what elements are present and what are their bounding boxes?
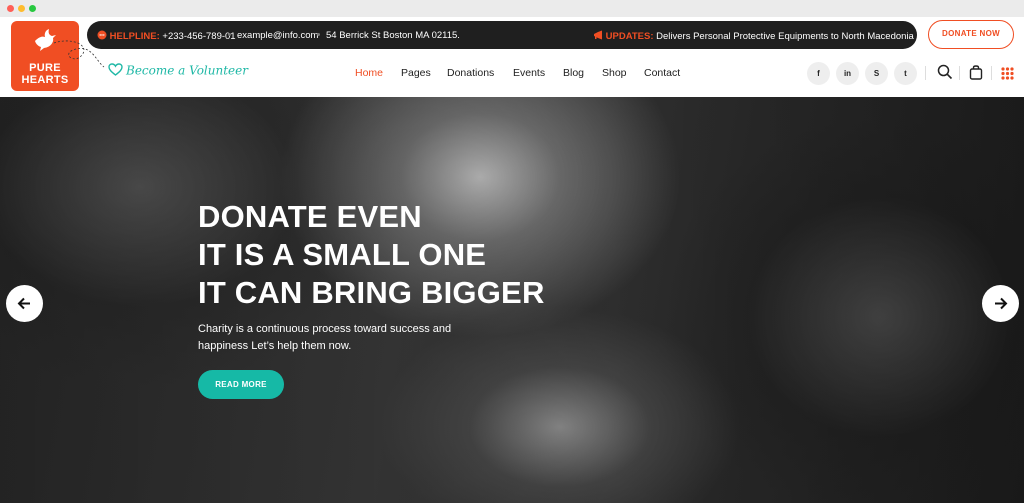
helpline-label: HELPLINE: <box>109 31 160 42</box>
minimize-window-button[interactable] <box>18 5 25 12</box>
nav-blog[interactable]: Blog <box>563 67 584 79</box>
header-divider <box>925 66 926 80</box>
arrow-left-icon <box>17 297 30 310</box>
helpline-number[interactable]: +233-456-789-01 <box>162 31 235 42</box>
maximize-window-button[interactable] <box>29 5 36 12</box>
email-link[interactable]: example@info.com <box>237 30 318 41</box>
megaphone-icon <box>594 30 602 40</box>
nav-pages[interactable]: Pages <box>401 67 431 79</box>
hero-subtitle: Charity is a continuous process toward s… <box>198 323 452 352</box>
header-divider <box>959 66 960 80</box>
updates-label: UPDATES: <box>605 31 654 42</box>
hero-title: DONATE EVEN IT IS A SMALL ONE IT CAN BRI… <box>198 198 545 312</box>
window-titlebar <box>0 0 1024 17</box>
heart-icon <box>108 63 123 79</box>
hero-slider: DONATE EVEN IT IS A SMALL ONE IT CAN BRI… <box>0 97 1024 503</box>
arrow-right-icon <box>995 297 1008 310</box>
hero-title-line2: IT IS A SMALL ONE <box>198 237 487 272</box>
donate-now-button[interactable]: DONATE NOW <box>928 20 1014 49</box>
site-header: PURE HEARTS HELPLINE: +233-456-789-01 ex… <box>0 17 1024 97</box>
grid-menu-icon[interactable] <box>1001 67 1014 85</box>
facebook-icon[interactable]: f <box>807 62 830 85</box>
search-icon[interactable] <box>937 64 953 85</box>
skype-icon[interactable]: S <box>865 62 888 85</box>
chat-icon <box>97 30 107 40</box>
nav-shop[interactable]: Shop <box>602 67 627 79</box>
nav-home[interactable]: Home <box>355 67 383 79</box>
close-window-button[interactable] <box>7 5 14 12</box>
hero-title-line3: IT CAN BRING BIGGER <box>198 275 545 310</box>
slider-prev-button[interactable] <box>6 285 43 322</box>
nav-contact[interactable]: Contact <box>644 67 680 79</box>
become-volunteer-link[interactable]: Become a Volunteer <box>108 63 248 79</box>
shopping-bag-icon[interactable] <box>969 64 983 85</box>
nav-donations[interactable]: Donations <box>447 67 494 79</box>
nav-events[interactable]: Events <box>513 67 545 79</box>
top-info-bar: HELPLINE: +233-456-789-01 example@info.c… <box>87 21 930 49</box>
linkedin-icon[interactable]: in <box>836 62 859 85</box>
hero-title-line1: DONATE EVEN <box>198 199 422 234</box>
address-text: 54 Berrick St Boston MA 02115. <box>326 30 460 41</box>
updates-text[interactable]: Delivers Personal Protective Equipments … <box>656 31 930 42</box>
browser-window: PURE HEARTS HELPLINE: +233-456-789-01 ex… <box>0 0 1024 503</box>
header-divider <box>991 66 992 80</box>
read-more-button[interactable]: READ MORE <box>198 370 284 399</box>
separator-dot <box>317 33 320 36</box>
volunteer-label: Become a Volunteer <box>126 63 248 78</box>
twitter-icon[interactable]: t <box>894 62 917 85</box>
separator-dot <box>228 33 231 36</box>
slider-next-button[interactable] <box>982 285 1019 322</box>
